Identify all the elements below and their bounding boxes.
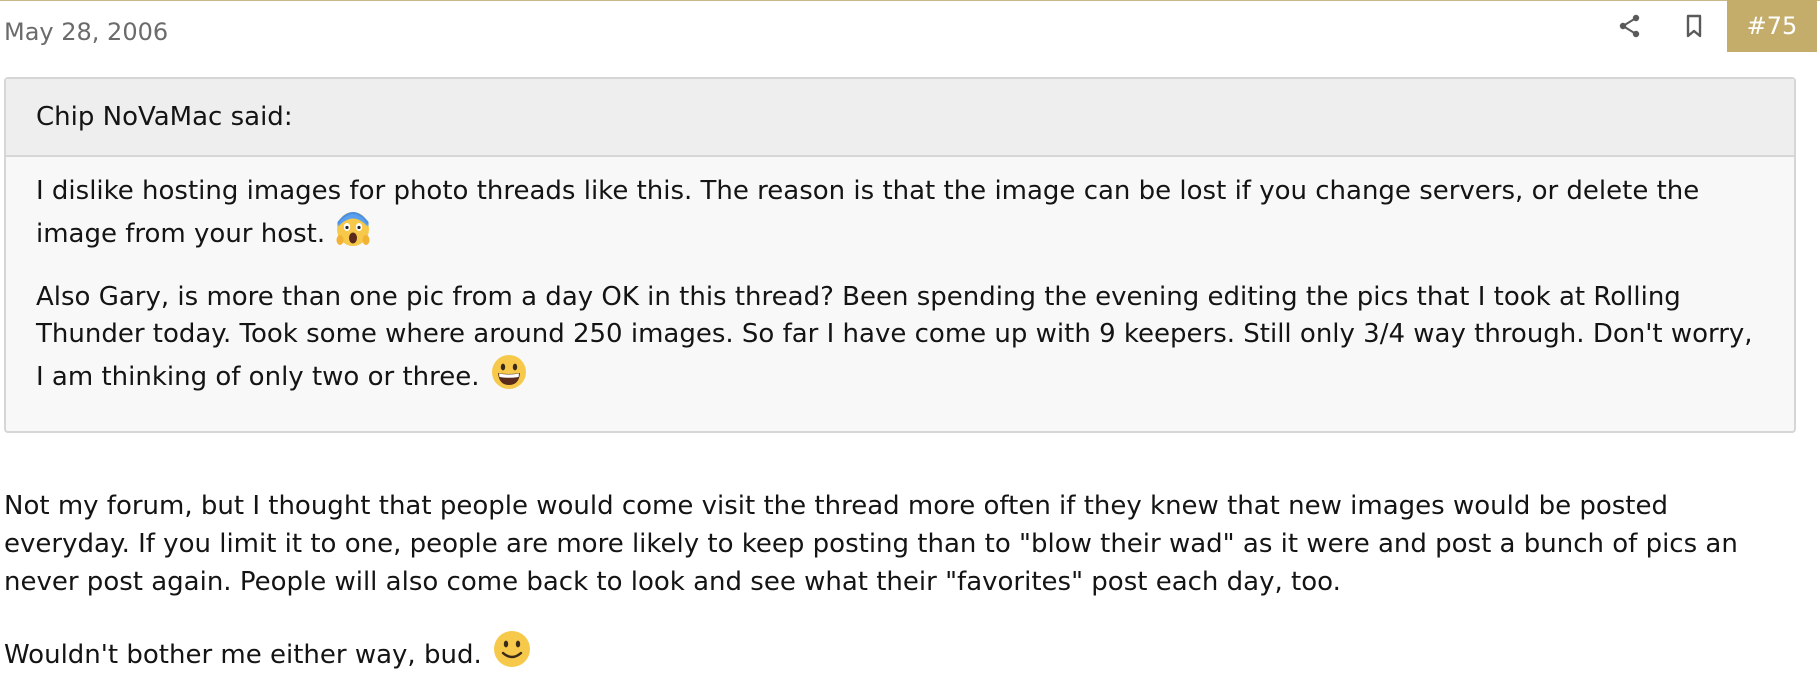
post-top-border — [0, 0, 1820, 1]
post-date[interactable]: May 28, 2006 — [4, 18, 168, 46]
message-paragraph-text: Wouldn't bother me either way, bud. — [4, 640, 482, 670]
share-icon[interactable] — [1616, 12, 1644, 40]
quote-content: I dislike hosting images for photo threa… — [6, 157, 1794, 396]
smiling-face-emoji — [493, 631, 530, 667]
grinning-face-emoji — [491, 355, 526, 389]
post-message: Not my forum, but I thought that people … — [4, 487, 1794, 674]
quote-attribution[interactable]: Chip NoVaMac said: — [6, 79, 1794, 157]
quote-paragraph-text: I dislike hosting images for photo threa… — [36, 176, 1700, 249]
screaming-face-emoji — [336, 212, 370, 246]
message-paragraph: Wouldn't bother me either way, bud. — [4, 629, 1794, 674]
post-number-link[interactable]: #75 — [1727, 0, 1817, 52]
quote-paragraph: I dislike hosting images for photo threa… — [36, 173, 1764, 253]
quote-block: Chip NoVaMac said: I dislike hosting ima… — [4, 77, 1796, 433]
quote-paragraph: Also Gary, is more than one pic from a d… — [36, 279, 1764, 396]
quote-paragraph-text: Also Gary, is more than one pic from a d… — [36, 282, 1753, 392]
bookmark-icon[interactable] — [1680, 12, 1708, 40]
message-paragraph: Not my forum, but I thought that people … — [4, 491, 1738, 597]
